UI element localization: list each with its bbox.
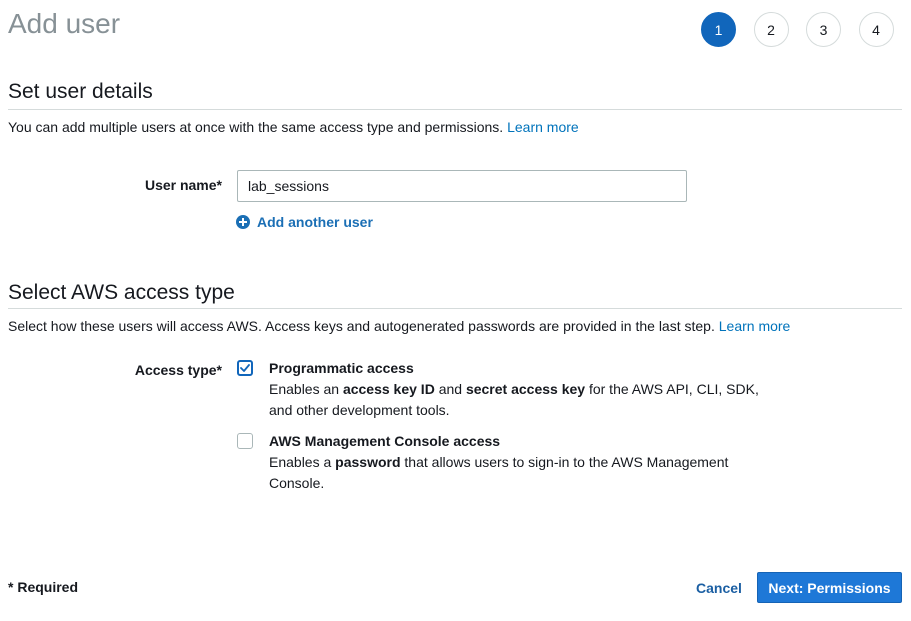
step-2[interactable]: 2 — [753, 12, 789, 47]
console-access-description: Enables a password that allows users to … — [269, 452, 779, 494]
step-4[interactable]: 4 — [858, 12, 894, 47]
learn-more-link[interactable]: Learn more — [719, 318, 791, 334]
user-details-description: You can add multiple users at once with … — [8, 119, 579, 135]
wizard-steps: 1 2 3 4 — [701, 12, 894, 47]
programmatic-access-option: Programmatic access Enables an access ke… — [269, 358, 779, 421]
user-name-input[interactable] — [237, 170, 687, 202]
section-divider — [8, 308, 902, 309]
console-access-checkbox[interactable] — [237, 433, 253, 449]
learn-more-link[interactable]: Learn more — [507, 119, 579, 135]
step-1[interactable]: 1 — [701, 12, 736, 47]
user-name-label: User name* — [144, 177, 222, 193]
programmatic-access-title: Programmatic access — [269, 360, 414, 376]
desc-emphasis: secret access key — [465, 381, 586, 397]
checkmark-icon — [240, 364, 250, 372]
user-details-description-text: You can add multiple users at once with … — [8, 119, 504, 135]
desc-text: and — [434, 381, 466, 397]
required-note: * Required — [8, 579, 79, 595]
access-type-label: Access type* — [134, 362, 222, 378]
desc-text: Enables an — [269, 381, 343, 397]
add-another-user-label: Add another user — [257, 214, 373, 230]
desc-emphasis: access key ID — [342, 381, 435, 397]
access-type-heading: Select AWS access type — [8, 281, 235, 304]
console-access-option: AWS Management Console access Enables a … — [269, 431, 779, 494]
step-3[interactable]: 3 — [806, 12, 841, 47]
desc-text: Enables a — [269, 454, 336, 470]
next-permissions-button[interactable]: Next: Permissions — [757, 572, 902, 603]
plus-circle-icon — [236, 215, 250, 229]
page-title: Add user — [8, 8, 121, 39]
user-details-heading: Set user details — [8, 80, 153, 103]
console-access-title: AWS Management Console access — [269, 433, 501, 449]
access-type-description: Select how these users will access AWS. … — [8, 318, 790, 334]
add-another-user-link[interactable]: Add another user — [236, 214, 373, 230]
section-divider — [8, 109, 902, 110]
programmatic-access-description: Enables an access key ID and secret acce… — [269, 379, 779, 421]
desc-emphasis: password — [335, 454, 401, 470]
cancel-button[interactable]: Cancel — [690, 572, 748, 603]
programmatic-access-checkbox[interactable] — [237, 360, 253, 376]
access-type-description-text: Select how these users will access AWS. … — [8, 318, 715, 334]
